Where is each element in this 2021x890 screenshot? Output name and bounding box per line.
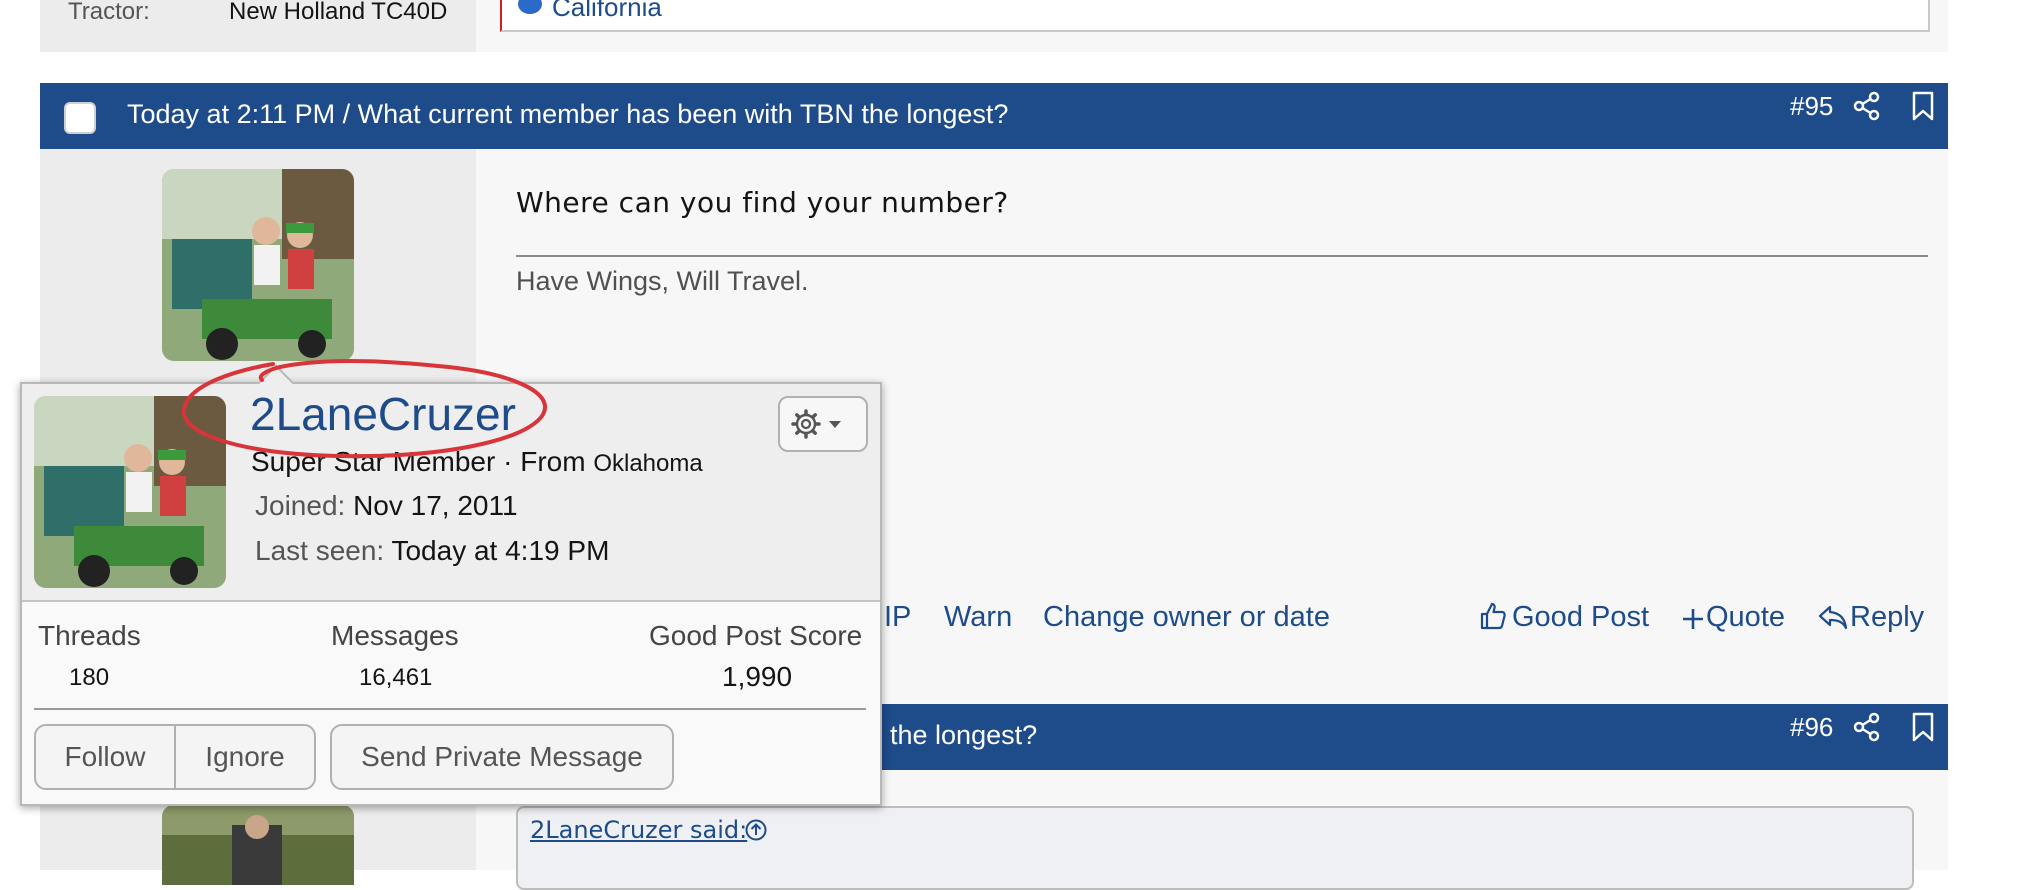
joined-value: Nov 17, 2011 <box>353 490 518 521</box>
avatar[interactable] <box>162 805 354 885</box>
share-icon[interactable] <box>1852 91 1882 121</box>
thumbs-up-icon <box>1480 602 1506 630</box>
last-seen-value: Today at 4:19 PM <box>391 535 610 566</box>
ip-link[interactable]: IP <box>884 601 911 634</box>
quote-author-link[interactable]: 2LaneCruzer said: <box>530 816 747 844</box>
threads-value[interactable]: 180 <box>69 664 109 692</box>
quote-label: Quote <box>1706 601 1785 633</box>
jump-to-quote-icon[interactable] <box>744 818 768 842</box>
send-private-message-button[interactable]: Send Private Message <box>330 724 674 790</box>
bookmark-icon[interactable] <box>1910 91 1936 121</box>
member-joined: Joined: Nov 17, 2011 <box>255 490 518 522</box>
tractor-value: New Holland TC40D <box>229 0 448 25</box>
good-post-label: Good Post <box>1512 601 1650 633</box>
post-header-title[interactable]: the longest? <box>890 720 1037 751</box>
plus-icon <box>1683 609 1703 629</box>
quote-button[interactable]: Quote <box>1682 601 1785 634</box>
avatar[interactable] <box>162 169 354 361</box>
select-post-checkbox[interactable] <box>64 102 96 134</box>
signature-divider <box>516 255 1928 257</box>
post-content: Where can you find your number? <box>516 186 1009 219</box>
post-header-title[interactable]: Today at 2:11 PM / What current member h… <box>127 99 1008 130</box>
post-number[interactable]: #96 <box>1790 712 1833 743</box>
reply-arrow-icon <box>1818 605 1848 630</box>
member-last-seen: Last seen: Today at 4:19 PM <box>255 535 609 567</box>
post-number[interactable]: #95 <box>1790 91 1833 122</box>
follow-button[interactable]: Follow <box>34 724 176 790</box>
gear-icon <box>791 409 841 439</box>
good-post-button[interactable]: Good Post <box>1480 601 1649 634</box>
card-divider <box>34 708 866 710</box>
post-header-95: Today at 2:11 PM / What current member h… <box>40 83 1948 149</box>
signature: Have Wings, Will Travel. <box>516 266 809 296</box>
reply-button[interactable]: Reply <box>1818 601 1924 634</box>
warn-link[interactable]: Warn <box>944 601 1012 634</box>
share-icon[interactable] <box>1852 712 1882 742</box>
good-post-score-label: Good Post Score <box>649 620 863 651</box>
change-owner-link[interactable]: Change owner or date <box>1043 601 1330 634</box>
last-seen-label: Last seen: <box>255 535 385 566</box>
bookmark-icon[interactable] <box>1910 712 1936 742</box>
previous-post-location[interactable]: California <box>552 0 662 23</box>
joined-label: Joined: <box>255 490 346 521</box>
member-actions-menu-button[interactable] <box>778 396 868 452</box>
threads-label: Threads <box>38 620 141 651</box>
reply-label: Reply <box>1850 601 1925 633</box>
messages-value[interactable]: 16,461 <box>359 664 432 692</box>
previous-post-location-box <box>500 0 1930 32</box>
ignore-button[interactable]: Ignore <box>174 724 316 790</box>
member-location[interactable]: Oklahoma <box>593 450 702 477</box>
messages-label: Messages <box>331 620 459 651</box>
good-post-score-value: 1,990 <box>722 661 793 692</box>
chevron-down-icon <box>829 421 841 428</box>
annotation-circle <box>181 359 547 459</box>
tractor-label: Tractor: <box>68 0 150 25</box>
